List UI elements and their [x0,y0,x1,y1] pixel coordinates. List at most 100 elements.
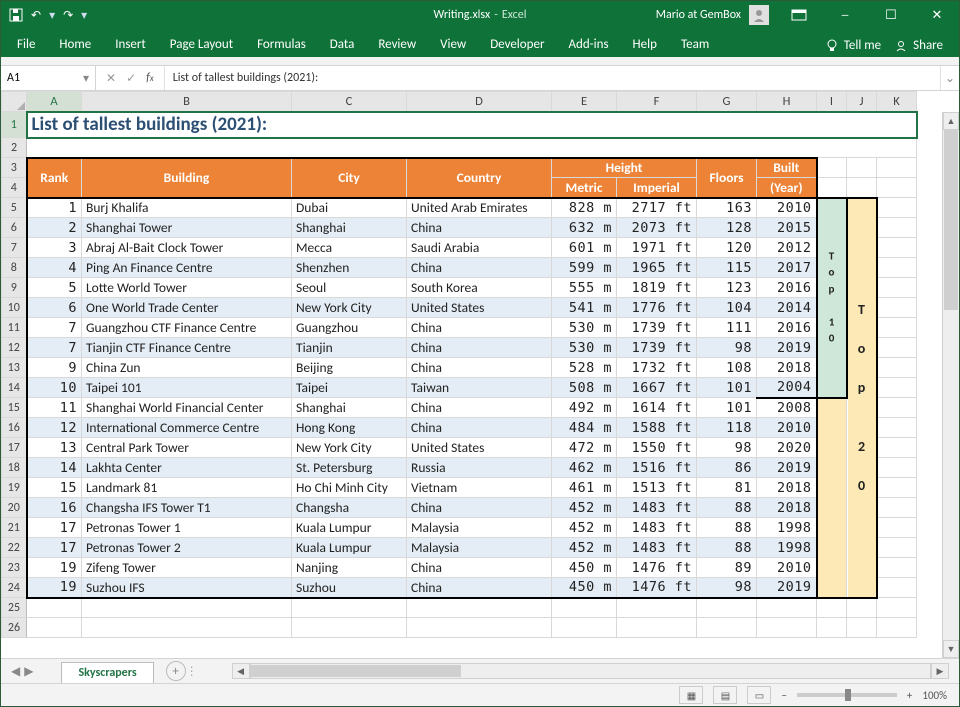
sheet-nav-prev-icon[interactable]: ◀ [11,664,20,679]
cell-year[interactable]: 2010 [757,418,817,438]
ribbon-tab-formulas[interactable]: Formulas [245,32,318,57]
cell[interactable] [877,418,917,438]
row-header-16[interactable]: 16 [2,418,27,438]
cell-year[interactable]: 2018 [757,358,817,378]
row-header-24[interactable]: 24 [2,578,27,598]
col-header-K[interactable]: K [877,92,917,112]
col-header-I[interactable]: I [817,92,847,112]
cell[interactable] [877,538,917,558]
cell-rank[interactable]: 3 [27,238,82,258]
cell[interactable] [877,518,917,538]
cell-rank[interactable]: 1 [27,198,82,218]
cell-city[interactable]: Nanjing [292,558,407,578]
cell-country[interactable]: China [407,338,552,358]
row-header-1[interactable]: 1 [2,112,27,138]
cell-imperial[interactable]: 1513 ft [617,478,697,498]
cell-city[interactable]: Guangzhou [292,318,407,338]
cell-imperial[interactable]: 1732 ft [617,358,697,378]
cell[interactable] [817,158,847,178]
add-sheet-button[interactable]: + [166,661,186,681]
cell-year[interactable]: 2012 [757,238,817,258]
cell[interactable] [877,258,917,278]
cell[interactable] [617,618,697,638]
row-header-2[interactable]: 2 [2,138,27,158]
cell-floors[interactable]: 101 [697,398,757,418]
cell-rank[interactable]: 15 [27,478,82,498]
row-header-4[interactable]: 4 [2,178,27,198]
cell-floors[interactable]: 123 [697,278,757,298]
cell-country[interactable]: China [407,258,552,278]
cell[interactable] [407,618,552,638]
qat-customize-icon[interactable]: ▾ [81,8,87,23]
cell[interactable] [82,598,292,618]
share-button[interactable]: Share [895,38,943,53]
cell-metric[interactable]: 452 m [552,518,617,538]
cell-country[interactable]: United States [407,298,552,318]
cell-imperial[interactable]: 2717 ft [617,198,697,218]
ribbon-tab-add-ins[interactable]: Add-ins [556,32,620,57]
ribbon-tab-page-layout[interactable]: Page Layout [158,32,245,57]
ribbon-tab-help[interactable]: Help [621,32,669,57]
row-header-3[interactable]: 3 [2,158,27,178]
cell[interactable] [877,198,917,218]
cell-metric[interactable]: 461 m [552,478,617,498]
cell-country[interactable]: China [407,558,552,578]
cell-building[interactable]: Central Park Tower [82,438,292,458]
row-header-18[interactable]: 18 [2,458,27,478]
cell[interactable] [877,178,917,198]
row-header-12[interactable]: 12 [2,338,27,358]
cell-rank[interactable]: 9 [27,358,82,378]
cell[interactable] [847,158,877,178]
view-layout-icon[interactable]: ▤ [713,686,737,704]
cell-floors[interactable]: 111 [697,318,757,338]
cell[interactable] [817,618,847,638]
cell-country[interactable]: China [407,218,552,238]
cell-city[interactable]: Dubai [292,198,407,218]
maximize-button[interactable]: ☐ [869,1,913,29]
fx-icon[interactable]: fx [146,71,154,85]
ribbon-tab-review[interactable]: Review [366,32,428,57]
cell-building[interactable]: Burj Khalifa [82,198,292,218]
cell-rank[interactable]: 17 [27,518,82,538]
cell-floors[interactable]: 101 [697,378,757,398]
cell-country[interactable]: United States [407,438,552,458]
col-header-F[interactable]: F [617,92,697,112]
cell-building[interactable]: Guangzhou CTF Finance Centre [82,318,292,338]
cell-year[interactable]: 2004 [757,378,817,398]
cell-city[interactable]: Shanghai [292,398,407,418]
cell-building[interactable]: Petronas Tower 1 [82,518,292,538]
cell-building[interactable]: Shanghai Tower [82,218,292,238]
cell[interactable] [697,618,757,638]
sheet-nav-next-icon[interactable]: ▶ [24,664,33,679]
cell-metric[interactable]: 530 m [552,318,617,338]
cell-floors[interactable]: 98 [697,438,757,458]
cell-country[interactable]: South Korea [407,278,552,298]
ribbon-tab-view[interactable]: View [428,32,478,57]
cell-imperial[interactable]: 1739 ft [617,318,697,338]
col-header-H[interactable]: H [757,92,817,112]
cell[interactable] [292,618,407,638]
cell[interactable] [877,438,917,458]
cell-country[interactable]: China [407,498,552,518]
ribbon-tab-home[interactable]: Home [47,32,103,57]
view-normal-icon[interactable]: ▦ [679,686,703,704]
cell-title[interactable]: List of tallest buildings (2021): [27,112,917,138]
cell-country[interactable]: United Arab Emirates [407,198,552,218]
cell-metric[interactable]: 472 m [552,438,617,458]
cell-country[interactable]: China [407,578,552,598]
row-header-21[interactable]: 21 [2,518,27,538]
cell-city[interactable]: Changsha [292,498,407,518]
cell-building[interactable]: Abraj Al-Bait Clock Tower [82,238,292,258]
cell-year[interactable]: 2016 [757,278,817,298]
cell-floors[interactable]: 89 [697,558,757,578]
scroll-down-icon[interactable]: ▼ [943,640,959,658]
cell-floors[interactable]: 104 [697,298,757,318]
scroll-thumb-horizontal[interactable] [251,665,461,677]
cell-city[interactable]: Mecca [292,238,407,258]
sheet-split-icon[interactable]: ⋮ [186,664,202,679]
cell-year[interactable]: 1998 [757,538,817,558]
cell-rank[interactable]: 19 [27,578,82,598]
name-box[interactable]: A1▾ [1,66,96,90]
cell-floors[interactable]: 120 [697,238,757,258]
cell-city[interactable]: Kuala Lumpur [292,538,407,558]
